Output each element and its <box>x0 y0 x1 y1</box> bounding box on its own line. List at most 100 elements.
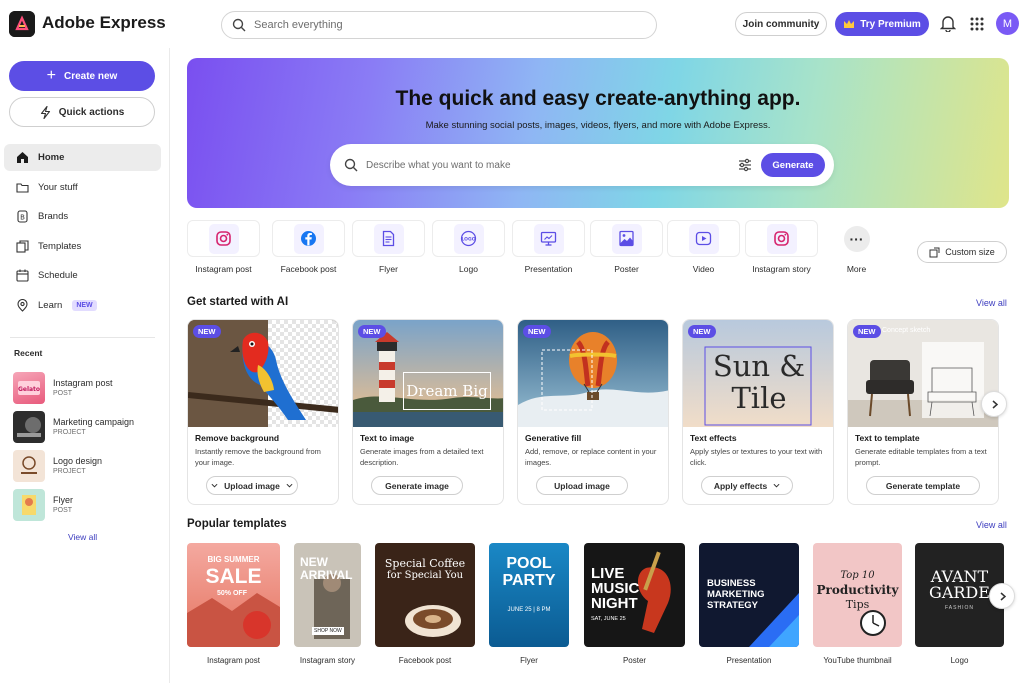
tile-instagram-story[interactable]: Instagram story <box>745 220 818 274</box>
recent-item[interactable]: Marketing campaign PROJECT <box>13 407 163 446</box>
concept-sketch-overlay: Concept sketch <box>882 327 931 334</box>
generate-button[interactable]: Generate <box>761 153 825 177</box>
tile-flyer[interactable]: Flyer <box>352 220 425 274</box>
generate-template-button[interactable]: Generate template <box>866 476 980 495</box>
apply-effects-button[interactable]: Apply effects <box>701 476 793 495</box>
template-text: Special Coffee <box>384 557 466 570</box>
custom-size-button[interactable]: Custom size <box>917 241 1007 263</box>
templates-view-all-link[interactable]: View all <box>976 520 1007 530</box>
settings-sliders-icon[interactable] <box>738 158 752 172</box>
sidebar-item-schedule[interactable]: Schedule <box>4 262 161 289</box>
ai-card-button-label: Apply effects <box>713 480 768 491</box>
template-text: SALE <box>205 565 262 588</box>
template-card[interactable]: BIG SUMMER SALE 50% OFF <box>187 543 280 647</box>
sidebar-item-brands[interactable]: B Brands <box>4 203 161 230</box>
hero-prompt-bar[interactable]: Generate <box>330 144 834 186</box>
flyer-icon <box>382 230 395 247</box>
tile-label: Instagram post <box>195 264 252 274</box>
template-text: STRATEGY <box>707 600 759 611</box>
tile-poster[interactable]: Poster <box>590 220 663 274</box>
recent-thumbnail <box>13 449 45 482</box>
svg-text:B: B <box>20 214 25 222</box>
sidebar-item-label: Learn <box>38 299 63 311</box>
recent-item[interactable]: Gelato Instagram post POST <box>13 368 163 407</box>
tile-facebook-post[interactable]: Facebook post <box>272 220 345 274</box>
sidebar-item-learn[interactable]: Learn NEW <box>4 292 161 319</box>
sidebar-item-label: Your stuff <box>38 181 78 193</box>
ai-card-generative-fill[interactable]: NEW Generative fill Add, remove, or repl… <box>517 319 669 505</box>
hero-banner: The quick and easy create-anything app. … <box>187 58 1009 208</box>
template-card[interactable]: BUSINESS MARKETING STRATEGY <box>699 543 799 647</box>
template-label: Presentation <box>726 656 772 665</box>
ai-card-description: Generate editable templates from a text … <box>855 447 987 467</box>
ai-card-remove-background[interactable]: NEW Remove background Instantly remove t… <box>187 319 339 505</box>
tile-more[interactable]: ··· More <box>820 220 893 274</box>
template-text: PARTY <box>502 572 556 589</box>
sidebar-item-home[interactable]: Home <box>4 144 161 171</box>
templates-icon <box>16 240 29 253</box>
template-card[interactable]: NEW ARRIVAL SHOP NOW <box>294 543 361 647</box>
bell-icon[interactable] <box>940 15 956 32</box>
instagram-icon <box>774 231 789 246</box>
search-bar[interactable] <box>221 11 657 39</box>
apps-grid-icon[interactable] <box>970 17 984 31</box>
recent-item[interactable]: Logo design PROJECT <box>13 446 163 485</box>
recent-view-all-link[interactable]: View all <box>68 532 97 542</box>
ai-next-arrow[interactable] <box>981 391 1007 417</box>
create-new-button[interactable]: + Create new <box>9 61 155 91</box>
instagram-icon <box>216 231 231 246</box>
template-text: Productivity <box>816 583 899 597</box>
new-badge: NEW <box>72 299 97 311</box>
ai-card-text-to-template[interactable]: Concept sketch NEW Text to template Gene… <box>847 319 999 505</box>
template-text: JUNE 25 | 8 PM <box>507 607 551 613</box>
ai-card-description: Add, remove, or replace content in your … <box>525 447 657 467</box>
sidebar-item-templates[interactable]: Templates <box>4 233 161 260</box>
sidebar-item-label: Home <box>38 152 65 163</box>
template-label: Logo <box>950 656 969 665</box>
template-card[interactable]: LIVE MUSIC NIGHT SAT, JUNE 25 <box>584 543 685 647</box>
tile-logo[interactable]: LOGO Logo <box>432 220 505 274</box>
template-text: 50% OFF <box>217 590 247 597</box>
join-community-button[interactable]: Join community <box>735 12 827 36</box>
template-card[interactable]: Top 10 Productivity Tips <box>813 543 902 647</box>
chevron-down-icon <box>286 483 293 488</box>
tile-video[interactable]: Video <box>667 220 740 274</box>
search-input[interactable] <box>254 19 634 31</box>
quick-actions-button[interactable]: Quick actions <box>9 97 155 127</box>
templates-next-arrow[interactable] <box>989 583 1015 609</box>
new-badge: NEW <box>853 325 881 338</box>
upload-image-button[interactable]: Upload image <box>206 476 298 495</box>
resize-icon <box>929 247 940 257</box>
tile-presentation[interactable]: Presentation <box>512 220 585 274</box>
template-text: NEW <box>300 555 328 569</box>
quick-actions-label: Quick actions <box>58 106 125 118</box>
adobe-express-logo-icon[interactable] <box>9 11 35 37</box>
sidebar-item-your-stuff[interactable]: Your stuff <box>4 174 161 201</box>
template-card[interactable]: Special Coffee for Special You <box>375 543 475 647</box>
sidebar-item-label: Schedule <box>38 270 78 282</box>
recent-thumbnail: Gelato <box>13 371 45 404</box>
calendar-icon <box>16 269 29 282</box>
recent-item[interactable]: Flyer POST <box>13 485 163 524</box>
user-avatar[interactable]: M <box>996 12 1019 35</box>
chevron-down-icon <box>211 483 218 488</box>
crown-icon <box>844 20 855 28</box>
ai-view-all-link[interactable]: View all <box>976 298 1007 308</box>
template-card[interactable]: POOL PARTY JUNE 25 | 8 PM <box>489 543 569 647</box>
try-premium-button[interactable]: Try Premium <box>835 12 929 36</box>
recent-thumbnail <box>13 410 45 443</box>
recent-thumbnail <box>13 488 45 521</box>
tile-label: Video <box>692 264 715 274</box>
template-text: Top 10 <box>840 570 875 581</box>
ai-card-text-effects[interactable]: Sun & Tile NEW Text effects Apply styles… <box>682 319 834 505</box>
hero-prompt-input[interactable] <box>366 159 726 171</box>
tile-label: Presentation <box>524 264 573 274</box>
recent-type: POST <box>53 507 73 514</box>
ai-section-title: Get started with AI <box>187 296 289 308</box>
upload-image-button[interactable]: Upload image <box>536 476 628 495</box>
generate-image-button[interactable]: Generate image <box>371 476 463 495</box>
template-text: BUSINESS <box>707 578 756 589</box>
tile-instagram-post[interactable]: Instagram post <box>187 220 260 274</box>
brand-icon: B <box>17 210 28 223</box>
ai-card-text-to-image[interactable]: Dream Big NEW Text to image Generate ima… <box>352 319 504 505</box>
